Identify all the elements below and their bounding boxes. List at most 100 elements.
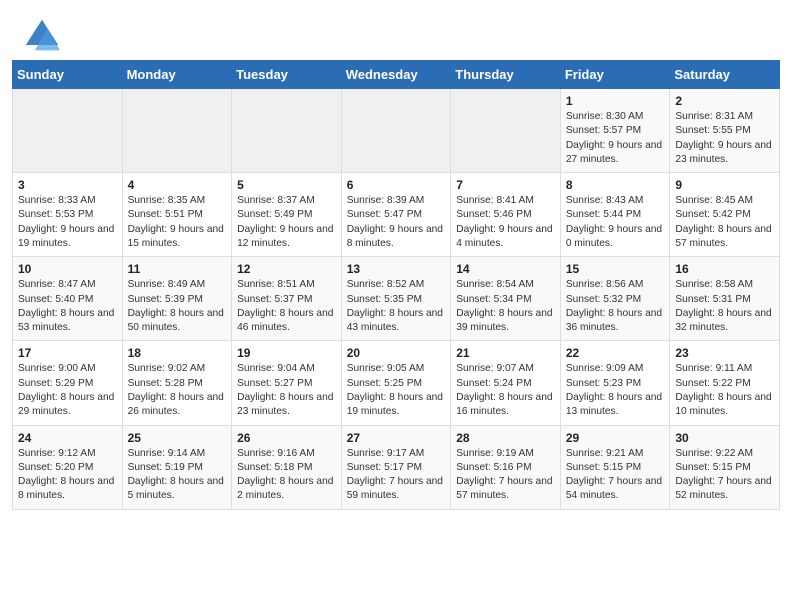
day-of-week-header: Sunday — [13, 61, 123, 89]
day-number: 25 — [128, 431, 227, 445]
calendar-cell: 17 Sunrise: 9:00 AM Sunset: 5:29 PM Dayli… — [13, 341, 123, 425]
day-info: Sunrise: 9:07 AM Sunset: 5:24 PM Dayligh… — [456, 362, 555, 419]
day-number: 10 — [18, 262, 117, 276]
calendar-cell: 11 Sunrise: 8:49 AM Sunset: 5:39 PM Dayli… — [122, 257, 232, 341]
day-info: Sunrise: 9:19 AM Sunset: 5:16 PM Dayligh… — [456, 447, 555, 504]
calendar-week-row: 17 Sunrise: 9:00 AM Sunset: 5:29 PM Dayli… — [13, 341, 780, 425]
day-of-week-header: Saturday — [670, 61, 780, 89]
calendar-cell: 8 Sunrise: 8:43 AM Sunset: 5:44 PM Daylig… — [560, 173, 670, 257]
calendar-week-row: 1 Sunrise: 8:30 AM Sunset: 5:57 PM Daylig… — [13, 89, 780, 173]
calendar-cell: 13Sunrise: 8:52 AM Sunset: 5:35 PM Dayli… — [341, 257, 451, 341]
day-number: 19 — [237, 346, 336, 360]
day-of-week-header: Tuesday — [232, 61, 342, 89]
day-number: 28 — [456, 431, 555, 445]
day-number: 11 — [128, 262, 227, 276]
calendar-cell: 12Sunrise: 8:51 AM Sunset: 5:37 PM Dayli… — [232, 257, 342, 341]
day-number: 15 — [566, 262, 665, 276]
calendar-cell: 27 Sunrise: 9:17 AM Sunset: 5:17 PM Dayli… — [341, 425, 451, 509]
day-number: 1 — [566, 94, 665, 108]
calendar-cell: 22 Sunrise: 9:09 AM Sunset: 5:23 PM Dayli… — [560, 341, 670, 425]
day-number: 12 — [237, 262, 336, 276]
day-info: Sunrise: 9:11 AM Sunset: 5:22 PM Dayligh… — [675, 362, 774, 419]
calendar-cell: 30 Sunrise: 9:22 AM Sunset: 5:15 PM Dayli… — [670, 425, 780, 509]
calendar-cell: 26Sunrise: 9:16 AM Sunset: 5:18 PM Dayli… — [232, 425, 342, 509]
calendar-cell: 19 Sunrise: 9:04 AM Sunset: 5:27 PM Dayli… — [232, 341, 342, 425]
calendar-cell — [451, 89, 561, 173]
day-info: Sunrise: 8:49 AM Sunset: 5:39 PM Dayligh… — [128, 278, 227, 335]
day-info: Sunrise: 9:00 AM Sunset: 5:29 PM Dayligh… — [18, 362, 117, 419]
day-info: Sunrise: 8:31 AM Sunset: 5:55 PM Dayligh… — [675, 110, 774, 167]
day-number: 29 — [566, 431, 665, 445]
day-info: Sunrise: 9:22 AM Sunset: 5:15 PM Dayligh… — [675, 447, 774, 504]
day-number: 18 — [128, 346, 227, 360]
calendar-cell: 7 Sunrise: 8:41 AM Sunset: 5:46 PM Daylig… — [451, 173, 561, 257]
day-number: 16 — [675, 262, 774, 276]
day-number: 17 — [18, 346, 117, 360]
day-info: Sunrise: 8:43 AM Sunset: 5:44 PM Dayligh… — [566, 194, 665, 251]
day-of-week-header: Wednesday — [341, 61, 451, 89]
day-info: Sunrise: 8:33 AM Sunset: 5:53 PM Dayligh… — [18, 194, 117, 251]
day-info: Sunrise: 8:56 AM Sunset: 5:32 PM Dayligh… — [566, 278, 665, 335]
calendar-cell: 4 Sunrise: 8:35 AM Sunset: 5:51 PM Daylig… — [122, 173, 232, 257]
day-number: 6 — [347, 178, 446, 192]
day-info: Sunrise: 8:41 AM Sunset: 5:46 PM Dayligh… — [456, 194, 555, 251]
calendar-cell — [232, 89, 342, 173]
day-number: 30 — [675, 431, 774, 445]
calendar-cell: 15 Sunrise: 8:56 AM Sunset: 5:32 PM Dayli… — [560, 257, 670, 341]
logo — [24, 18, 64, 54]
day-info: Sunrise: 9:14 AM Sunset: 5:19 PM Dayligh… — [128, 447, 227, 504]
day-number: 7 — [456, 178, 555, 192]
day-number: 27 — [347, 431, 446, 445]
calendar-cell — [13, 89, 123, 173]
day-number: 5 — [237, 178, 336, 192]
day-info: Sunrise: 9:02 AM Sunset: 5:28 PM Dayligh… — [128, 362, 227, 419]
day-number: 8 — [566, 178, 665, 192]
calendar-cell: 9 Sunrise: 8:45 AM Sunset: 5:42 PM Daylig… — [670, 173, 780, 257]
day-info: Sunrise: 8:58 AM Sunset: 5:31 PM Dayligh… — [675, 278, 774, 335]
calendar-cell: 5 Sunrise: 8:37 AM Sunset: 5:49 PM Daylig… — [232, 173, 342, 257]
day-number: 13 — [347, 262, 446, 276]
calendar-header-row: SundayMondayTuesdayWednesdayThursdayFrid… — [13, 61, 780, 89]
calendar-cell: 29 Sunrise: 9:21 AM Sunset: 5:15 PM Dayli… — [560, 425, 670, 509]
day-info: Sunrise: 8:47 AM Sunset: 5:40 PM Dayligh… — [18, 278, 117, 335]
day-number: 4 — [128, 178, 227, 192]
logo-icon — [24, 18, 60, 54]
calendar-cell: 20 Sunrise: 9:05 AM Sunset: 5:25 PM Dayli… — [341, 341, 451, 425]
calendar-cell: 21Sunrise: 9:07 AM Sunset: 5:24 PM Dayli… — [451, 341, 561, 425]
day-info: Sunrise: 9:21 AM Sunset: 5:15 PM Dayligh… — [566, 447, 665, 504]
calendar-cell: 16 Sunrise: 8:58 AM Sunset: 5:31 PM Dayli… — [670, 257, 780, 341]
calendar-cell: 2 Sunrise: 8:31 AM Sunset: 5:55 PM Daylig… — [670, 89, 780, 173]
calendar-cell: 24 Sunrise: 9:12 AM Sunset: 5:20 PM Dayli… — [13, 425, 123, 509]
calendar: SundayMondayTuesdayWednesdayThursdayFrid… — [0, 60, 792, 522]
day-info: Sunrise: 9:17 AM Sunset: 5:17 PM Dayligh… — [347, 447, 446, 504]
day-info: Sunrise: 8:30 AM Sunset: 5:57 PM Dayligh… — [566, 110, 665, 167]
calendar-cell: 6 Sunrise: 8:39 AM Sunset: 5:47 PM Daylig… — [341, 173, 451, 257]
day-info: Sunrise: 9:09 AM Sunset: 5:23 PM Dayligh… — [566, 362, 665, 419]
calendar-week-row: 3 Sunrise: 8:33 AM Sunset: 5:53 PM Daylig… — [13, 173, 780, 257]
calendar-cell: 28 Sunrise: 9:19 AM Sunset: 5:16 PM Dayli… — [451, 425, 561, 509]
day-number: 9 — [675, 178, 774, 192]
day-of-week-header: Thursday — [451, 61, 561, 89]
day-info: Sunrise: 9:12 AM Sunset: 5:20 PM Dayligh… — [18, 447, 117, 504]
day-info: Sunrise: 8:37 AM Sunset: 5:49 PM Dayligh… — [237, 194, 336, 251]
day-info: Sunrise: 9:05 AM Sunset: 5:25 PM Dayligh… — [347, 362, 446, 419]
day-of-week-header: Friday — [560, 61, 670, 89]
calendar-cell: 10 Sunrise: 8:47 AM Sunset: 5:40 PM Dayli… — [13, 257, 123, 341]
day-number: 26 — [237, 431, 336, 445]
calendar-cell: 14Sunrise: 8:54 AM Sunset: 5:34 PM Dayli… — [451, 257, 561, 341]
day-info: Sunrise: 8:45 AM Sunset: 5:42 PM Dayligh… — [675, 194, 774, 251]
day-number: 2 — [675, 94, 774, 108]
calendar-table: SundayMondayTuesdayWednesdayThursdayFrid… — [12, 60, 780, 510]
day-info: Sunrise: 8:35 AM Sunset: 5:51 PM Dayligh… — [128, 194, 227, 251]
day-info: Sunrise: 9:04 AM Sunset: 5:27 PM Dayligh… — [237, 362, 336, 419]
day-number: 23 — [675, 346, 774, 360]
day-number: 22 — [566, 346, 665, 360]
calendar-cell: 1 Sunrise: 8:30 AM Sunset: 5:57 PM Daylig… — [560, 89, 670, 173]
calendar-cell — [122, 89, 232, 173]
day-number: 3 — [18, 178, 117, 192]
day-info: Sunrise: 8:54 AM Sunset: 5:34 PM Dayligh… — [456, 278, 555, 335]
day-number: 24 — [18, 431, 117, 445]
day-number: 20 — [347, 346, 446, 360]
day-info: Sunrise: 8:39 AM Sunset: 5:47 PM Dayligh… — [347, 194, 446, 251]
calendar-cell: 3 Sunrise: 8:33 AM Sunset: 5:53 PM Daylig… — [13, 173, 123, 257]
